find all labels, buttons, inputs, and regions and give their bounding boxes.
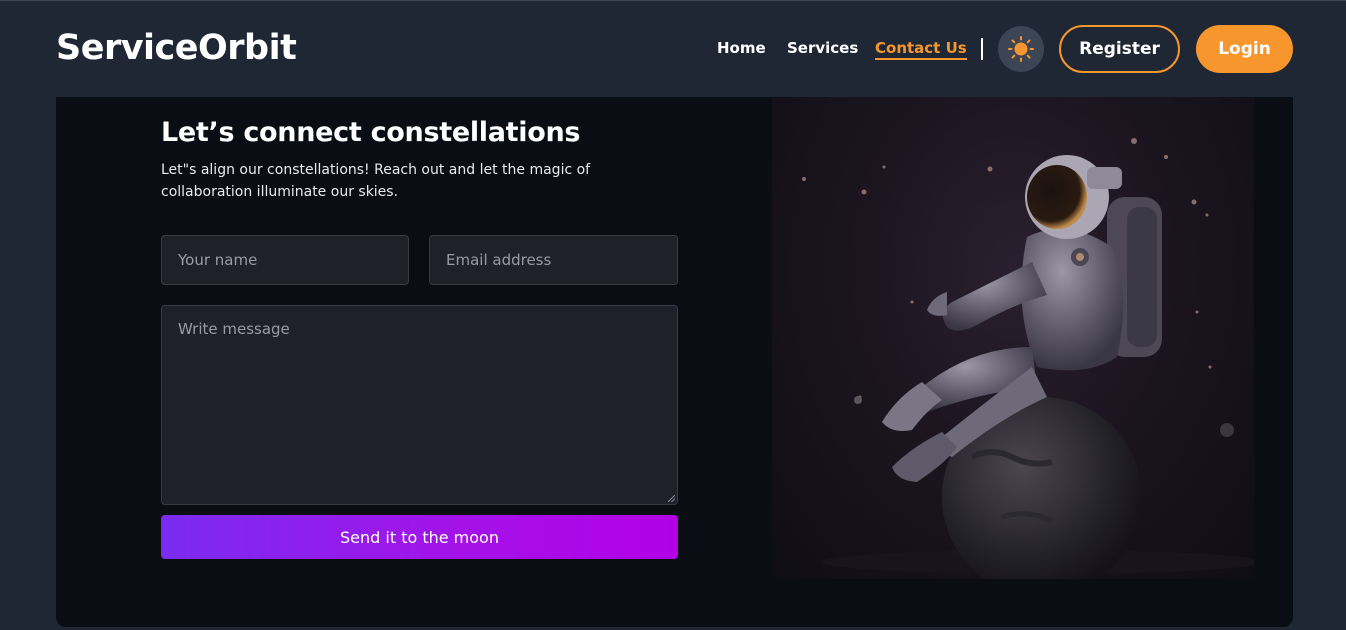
login-button[interactable]: Login (1196, 25, 1293, 73)
contact-subtext: Let"s align our constellations! Reach ou… (161, 162, 591, 200)
nav-link-services[interactable]: Services (787, 39, 858, 57)
nav-link-contact-us[interactable]: Contact Us (875, 39, 967, 60)
contact-card: Let’s connect constellations Let"s align… (56, 97, 1293, 627)
send-button[interactable]: Send it to the moon (161, 515, 678, 559)
contact-heading: Let’s connect constellations (161, 117, 581, 148)
nav-divider (981, 38, 983, 60)
message-textarea[interactable]: Write message (161, 305, 678, 505)
email-placeholder: Email address (446, 251, 552, 269)
register-button[interactable]: Register (1059, 25, 1180, 73)
name-placeholder: Your name (178, 251, 258, 269)
message-placeholder: Write message (178, 320, 290, 338)
navbar: ServiceOrbit Home Services Contact Us Re… (0, 1, 1346, 97)
resize-handle-icon[interactable] (667, 494, 675, 502)
astronaut-illustration (772, 97, 1262, 597)
astronaut-image (802, 138, 1262, 597)
email-input[interactable]: Email address (429, 235, 678, 285)
sun-icon (1008, 36, 1034, 62)
theme-toggle-button[interactable] (998, 26, 1044, 72)
brand-logo[interactable]: ServiceOrbit (56, 28, 297, 68)
name-input[interactable]: Your name (161, 235, 409, 285)
nav-link-home[interactable]: Home (717, 39, 766, 57)
